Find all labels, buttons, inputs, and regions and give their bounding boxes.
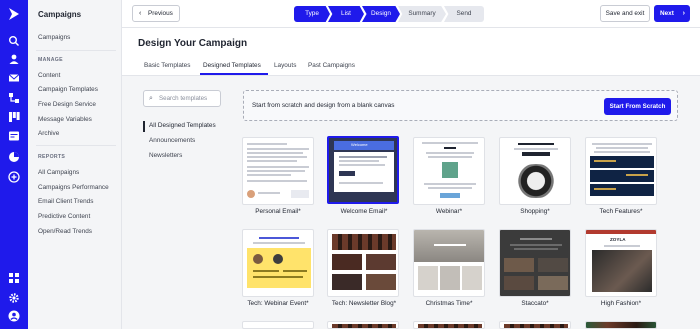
tab-basic-templates[interactable]: Basic Templates (144, 62, 190, 69)
active-tab-indicator (200, 73, 268, 75)
search-icon: ⌕ (149, 95, 153, 102)
template-caption-shopping: Shopping* (520, 208, 550, 215)
sidebar-item-email-client-trends[interactable]: Email Client Trends (38, 198, 93, 205)
template-card-christmas-time[interactable] (413, 229, 485, 297)
active-filter-indicator (143, 121, 145, 132)
chevron-left-icon: ‹ (139, 10, 142, 17)
sidebar-title: Campaigns (38, 10, 82, 19)
blank-canvas-text: Start from scratch and design from a bla… (252, 102, 395, 109)
previous-label: Previous (148, 10, 173, 17)
settings-gear-icon[interactable] (8, 292, 20, 304)
step-send[interactable]: Send (444, 6, 484, 22)
apps-grid-icon[interactable] (8, 272, 20, 284)
welcome-banner-text: Welcome (351, 142, 368, 147)
template-card-webinar[interactable] (413, 137, 485, 205)
tab-past-campaigns[interactable]: Past Campaigns (308, 62, 355, 69)
deals-board-icon[interactable] (8, 111, 20, 123)
search-icon[interactable] (8, 35, 20, 47)
sidebar-item-campaigns-performance[interactable]: Campaigns Performance (38, 184, 109, 191)
step-summary[interactable]: Summary (398, 6, 446, 22)
step-design[interactable]: Design (362, 6, 400, 22)
next-label: Next (660, 10, 674, 17)
campaigns-mail-icon[interactable] (8, 72, 20, 84)
template-card-row3-4[interactable] (499, 321, 571, 329)
page-title: Design Your Campaign (138, 38, 248, 49)
sidebar-item-campaign-templates[interactable]: Campaign Templates (38, 86, 98, 93)
fashion-thumb-title: ZOYLA (610, 237, 626, 242)
template-card-welcome-email[interactable]: Welcome (327, 136, 399, 204)
template-caption-personal-email: Personal Email* (255, 208, 301, 215)
save-and-exit-button[interactable]: Save and exit (600, 5, 650, 22)
previous-button[interactable]: ‹ Previous (132, 5, 180, 22)
automations-icon[interactable] (8, 92, 20, 104)
icon-rail (0, 0, 28, 329)
template-card-row3-5[interactable] (585, 321, 657, 329)
filter-all-designed-templates[interactable]: All Designed Templates (149, 122, 216, 129)
wizard-topbar: ‹ Previous Type List Design Summary Send… (122, 0, 700, 28)
sidebar-section-manage: MANAGE (38, 57, 63, 63)
sidebar-divider (36, 50, 116, 51)
template-caption-tech-webinar-event: Tech: Webinar Event* (247, 300, 309, 307)
add-icon[interactable] (8, 171, 20, 183)
sidebar-item-open-read-trends[interactable]: Open/Read Trends (38, 228, 92, 235)
sidebar-item-message-variables[interactable]: Message Variables (38, 116, 92, 123)
filter-announcements[interactable]: Announcements (149, 137, 195, 144)
sidebar-item-free-design-service[interactable]: Free Design Service (38, 101, 96, 108)
sidebar-section-reports: REPORTS (38, 154, 66, 160)
template-caption-christmas-time: Christmas Time* (425, 300, 473, 307)
filter-newsletters[interactable]: Newsletters (149, 152, 182, 159)
step-type[interactable]: Type (294, 6, 330, 22)
template-card-tech-webinar-event[interactable] (242, 229, 314, 297)
template-caption-webinar: Webinar* (435, 208, 463, 215)
sidebar-item-predictive-content[interactable]: Predictive Content (38, 213, 90, 220)
sidebar-item-all-campaigns[interactable]: All Campaigns (38, 169, 79, 176)
sidebar-item-archive[interactable]: Archive (38, 130, 59, 137)
template-caption-welcome-email: Welcome Email* (340, 208, 388, 215)
template-card-tech-newsletter-blog[interactable] (327, 229, 399, 297)
user-avatar-icon[interactable] (8, 310, 20, 322)
sidebar-item-content[interactable]: Content (38, 72, 60, 79)
template-caption-tech-newsletter-blog: Tech: Newsletter Blog* (331, 300, 397, 307)
blank-canvas-banner: Start from scratch and design from a bla… (243, 90, 678, 121)
template-caption-tech-features: Tech Features* (599, 208, 643, 215)
template-caption-high-fashion: High Fashion* (600, 300, 642, 307)
reports-icon[interactable] (8, 151, 20, 163)
next-button[interactable]: Next › (654, 5, 690, 22)
template-card-row3-1[interactable] (242, 321, 314, 329)
search-placeholder: Search templates (159, 95, 208, 102)
template-card-personal-email[interactable] (242, 137, 314, 205)
template-card-row3-2[interactable] (327, 321, 399, 329)
template-card-staccato[interactable] (499, 229, 571, 297)
brand-logo-icon[interactable] (7, 7, 21, 21)
contacts-icon[interactable] (8, 53, 20, 65)
start-from-scratch-button[interactable]: Start From Scratch (604, 98, 671, 115)
template-card-row3-3[interactable] (413, 321, 485, 329)
chevron-right-icon: › (682, 10, 685, 17)
site-icon[interactable] (8, 130, 20, 142)
template-card-shopping[interactable] (499, 137, 571, 205)
tab-designed-templates[interactable]: Designed Templates (203, 62, 261, 69)
template-card-tech-features[interactable] (585, 137, 657, 205)
template-caption-staccato: Staccato* (521, 300, 549, 307)
page-header: Design Your Campaign Basic Templates Des… (122, 28, 700, 76)
template-search-input[interactable]: ⌕ Search templates (143, 90, 221, 107)
tab-layouts[interactable]: Layouts (274, 62, 296, 69)
campaigns-sidebar: Campaigns Campaigns MANAGE Content Campa… (28, 0, 122, 329)
step-list[interactable]: List (328, 6, 364, 22)
template-card-high-fashion[interactable]: ZOYLA (585, 229, 657, 297)
sidebar-divider (36, 145, 116, 146)
sidebar-item-campaigns[interactable]: Campaigns (38, 34, 70, 41)
